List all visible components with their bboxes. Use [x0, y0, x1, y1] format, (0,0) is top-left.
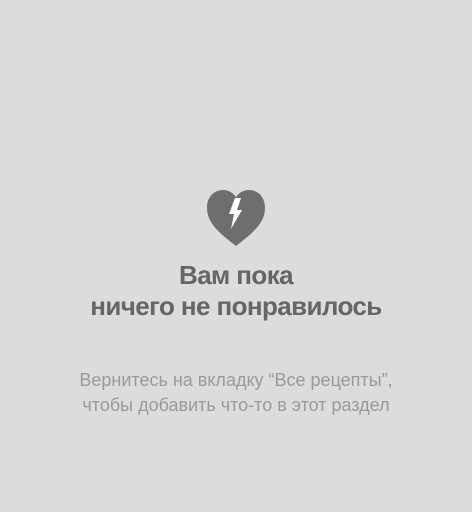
empty-state: Вам пока ничего не понравилось Вернитесь… — [0, 186, 472, 418]
broken-heart-icon — [207, 190, 265, 246]
empty-state-title-line1: Вам пока — [179, 260, 294, 290]
empty-state-hint: Вернитесь на вкладку “Все рецепты”, чтоб… — [79, 368, 392, 418]
empty-state-title: Вам пока ничего не понравилось — [90, 260, 382, 322]
empty-state-title-line2: ничего не понравилось — [90, 291, 382, 321]
empty-state-hint-line2: чтобы добавить что-то в этот раздел — [82, 395, 390, 415]
empty-state-hint-line1: Вернитесь на вкладку “Все рецепты”, — [79, 370, 393, 390]
favorites-screen: Вам пока ничего не понравилось Вернитесь… — [0, 0, 472, 512]
